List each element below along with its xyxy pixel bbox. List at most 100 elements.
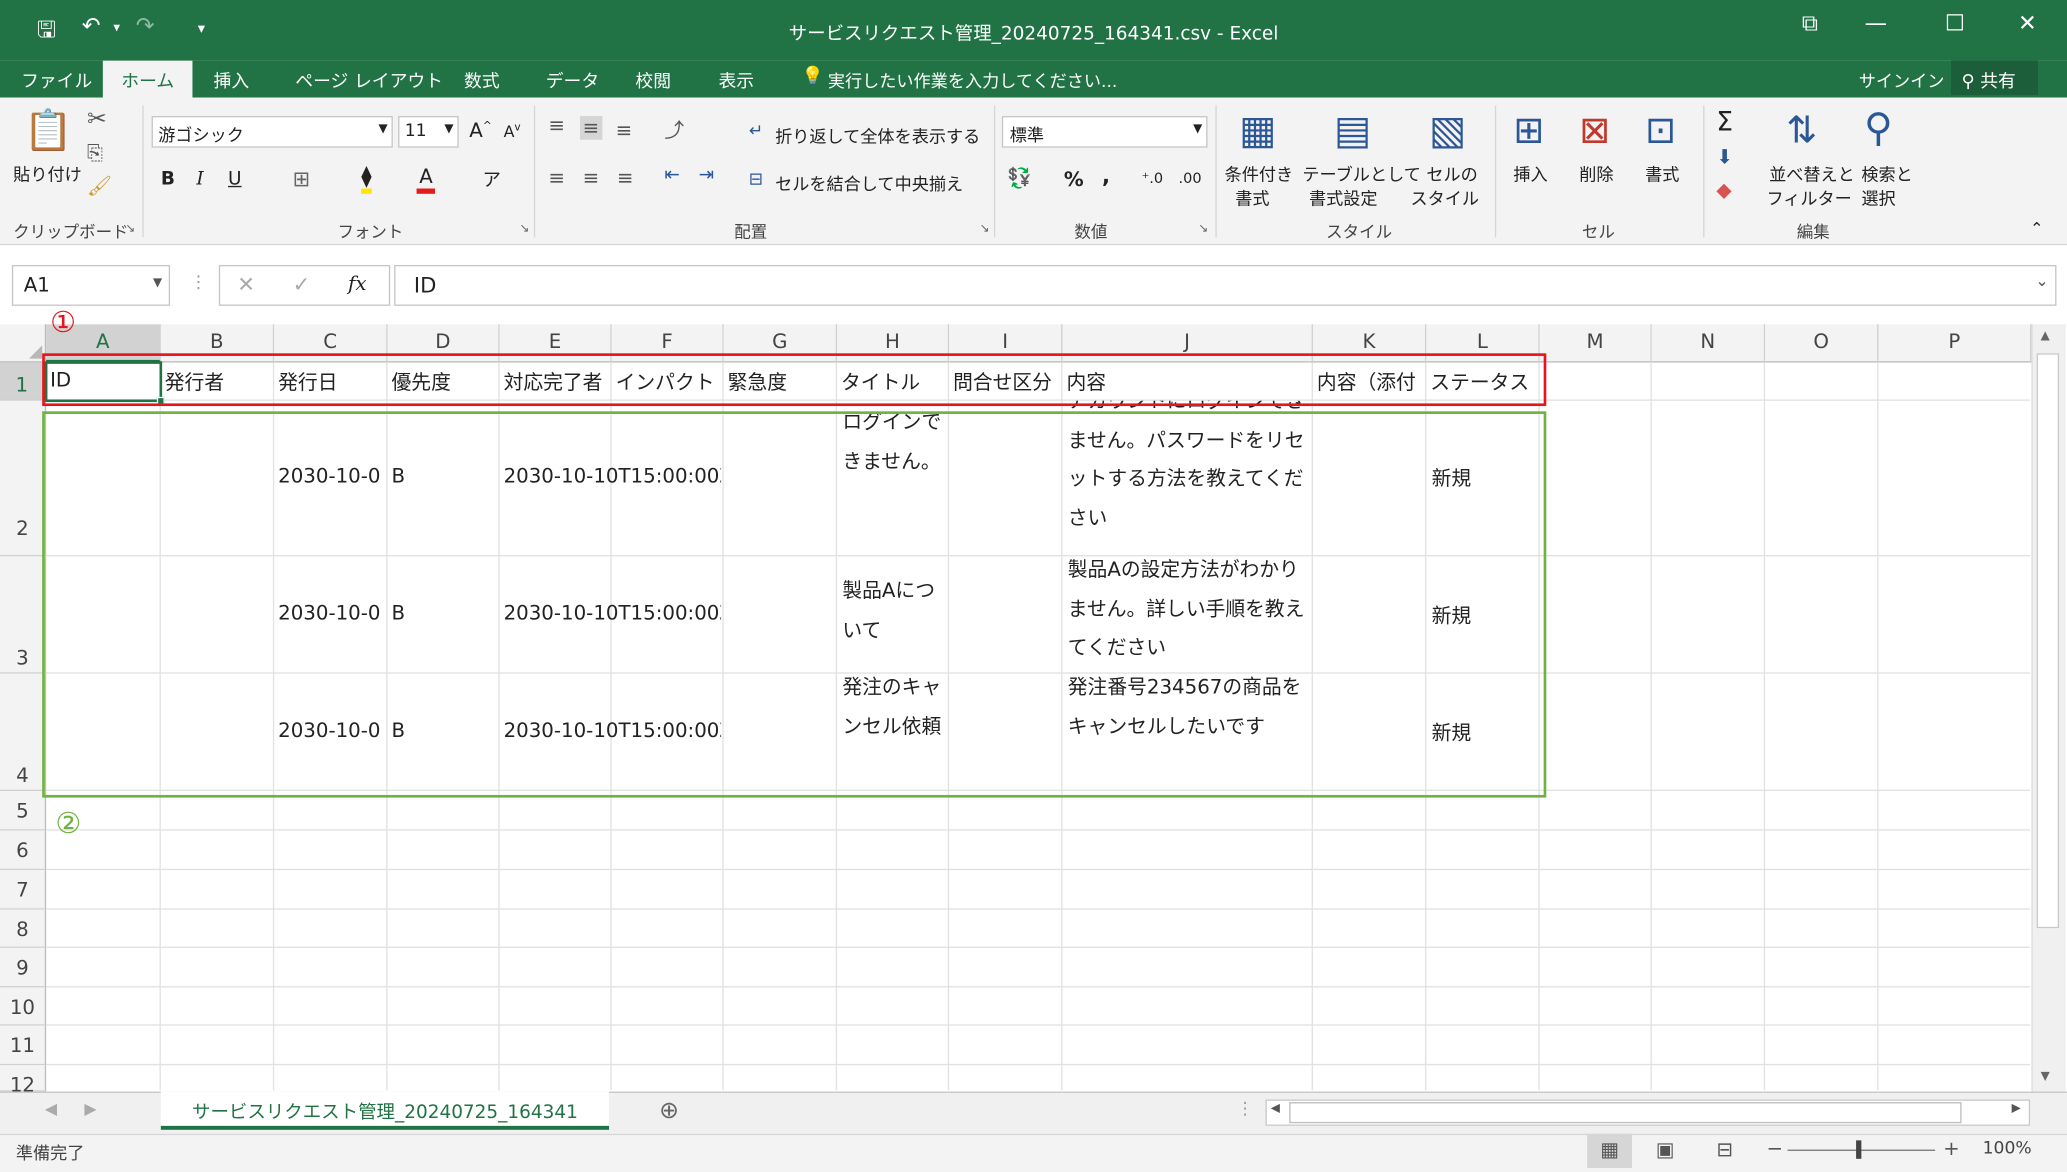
align-top-icon[interactable]: ≡ <box>548 113 565 137</box>
fill-icon[interactable]: ⬇ <box>1716 145 1733 169</box>
row-header[interactable]: 2 <box>0 400 47 557</box>
tab-page-layout[interactable]: ページ レイアウト <box>295 66 443 92</box>
font-name-select[interactable]: 游ゴシック ▼ <box>151 116 393 148</box>
share-button[interactable]: ⚲ 共有 <box>1950 60 2038 95</box>
collapse-ribbon-icon[interactable]: ⌃ <box>2030 219 2043 237</box>
font-size-select[interactable]: 11 ▼ <box>398 116 459 148</box>
row-header[interactable]: 8 <box>0 909 47 948</box>
prev-sheet-icon[interactable]: ◀ <box>45 1099 57 1117</box>
copy-icon[interactable]: ⎘ <box>87 141 103 165</box>
increase-indent-icon[interactable]: ⇥ <box>699 165 714 186</box>
cell-styles-line1[interactable]: セルの <box>1426 161 1477 186</box>
zoom-out-icon[interactable]: − <box>1766 1136 1783 1160</box>
align-left-icon[interactable]: ≡ <box>548 166 565 190</box>
cell-styles-line2[interactable]: スタイル <box>1411 185 1480 210</box>
conditional-format-line1[interactable]: 条件付き <box>1225 161 1294 186</box>
decrease-font-icon[interactable]: Av <box>504 121 521 141</box>
enter-icon[interactable]: ✓ <box>293 272 311 297</box>
italic-button[interactable]: I <box>196 169 203 190</box>
tab-view[interactable]: 表示 <box>718 66 754 92</box>
tab-insert[interactable]: 挿入 <box>214 66 250 92</box>
column-header[interactable]: N <box>1651 324 1766 363</box>
close-icon[interactable]: ✕ <box>2001 11 2054 37</box>
conditional-format-line2[interactable]: 書式 <box>1235 185 1269 210</box>
insert-cells-icon[interactable]: ⊞ <box>1513 108 1544 152</box>
row-header[interactable]: 7 <box>0 870 47 910</box>
align-right-icon[interactable]: ≡ <box>617 166 634 190</box>
zoom-in-icon[interactable]: + <box>1943 1136 1960 1160</box>
decrease-indent-icon[interactable]: ⇤ <box>664 165 679 186</box>
maximize-icon[interactable]: ☐ <box>1929 11 1982 37</box>
delete-cells-icon[interactable]: ⊠ <box>1579 108 1610 152</box>
column-header[interactable]: P <box>1878 324 2032 363</box>
cell-styles-icon[interactable]: ▧ <box>1429 108 1466 154</box>
ribbon-display-icon[interactable]: ⧉ <box>1784 11 1837 37</box>
format-cells-button[interactable]: 書式 <box>1645 161 1679 186</box>
format-as-table-line2[interactable]: 書式設定 <box>1309 185 1378 210</box>
font-launcher-icon[interactable]: ↘ <box>519 223 529 236</box>
sort-filter-line1[interactable]: 並べ替えと <box>1769 161 1855 186</box>
formula-input[interactable]: ID <box>394 264 2057 306</box>
row-header[interactable]: 6 <box>0 830 47 871</box>
scroll-right-icon[interactable]: ▶ <box>2012 1102 2021 1115</box>
expand-formula-icon[interactable]: ⌄ <box>2035 272 2048 290</box>
row-header[interactable]: 10 <box>0 987 47 1026</box>
sheet-tab-active[interactable]: サービスリクエスト管理_20240725_164341 <box>160 1091 610 1130</box>
tab-formulas[interactable]: 数式 <box>464 66 500 92</box>
comma-button[interactable]: , <box>1102 163 1110 188</box>
currency-icon[interactable]: 💱 <box>1007 166 1032 190</box>
find-select-line1[interactable]: 検索と <box>1861 161 1912 186</box>
format-as-table-icon[interactable]: ▤ <box>1334 108 1371 154</box>
tab-data[interactable]: データ <box>546 66 599 92</box>
column-header[interactable]: M <box>1539 324 1652 363</box>
delete-cells-button[interactable]: 削除 <box>1579 161 1613 186</box>
tell-me-input[interactable]: 実行したい作業を入力してください... <box>828 67 1118 93</box>
fill-color-icon[interactable]: ⧫ <box>361 163 372 194</box>
row-header[interactable]: 12 <box>0 1065 47 1097</box>
clear-icon[interactable]: ◆ <box>1716 178 1731 202</box>
number-format-select[interactable]: 標準 ▼ <box>1001 116 1208 148</box>
page-break-view-icon[interactable]: ⊟ <box>1716 1138 1733 1162</box>
format-cells-icon[interactable]: ⊡ <box>1645 108 1676 152</box>
alignment-launcher-icon[interactable]: ↘ <box>979 223 989 236</box>
sort-filter-icon[interactable]: ⇅ <box>1786 108 1817 152</box>
format-painter-icon[interactable]: 🖌 <box>87 174 112 198</box>
row-header[interactable]: 1 <box>0 362 47 401</box>
scroll-down-icon[interactable]: ▼ <box>2041 1070 2050 1083</box>
row-header[interactable]: 9 <box>0 947 47 988</box>
paste-button[interactable]: 貼り付け <box>13 161 82 186</box>
borders-icon[interactable]: ⊞ <box>293 166 311 191</box>
find-select-icon[interactable]: ⚲ <box>1864 105 1893 151</box>
number-launcher-icon[interactable]: ↘ <box>1198 223 1208 236</box>
increase-decimal-icon[interactable]: ⁺.0 <box>1142 170 1164 187</box>
decrease-decimal-icon[interactable]: .00 <box>1179 170 1202 187</box>
zoom-slider-thumb[interactable] <box>1856 1140 1862 1159</box>
normal-view-icon[interactable]: ▦ <box>1587 1133 1632 1169</box>
zoom-level[interactable]: 100% <box>1983 1139 2032 1159</box>
phonetic-icon[interactable]: ア <box>482 166 500 192</box>
scroll-up-icon[interactable]: ▲ <box>2041 330 2050 343</box>
cancel-icon[interactable]: ✕ <box>237 272 255 297</box>
page-layout-view-icon[interactable]: ▣ <box>1656 1138 1675 1162</box>
vertical-scroll-thumb[interactable] <box>2036 353 2060 929</box>
align-center-icon[interactable]: ≡ <box>583 166 600 190</box>
tab-home[interactable]: ホーム <box>102 60 193 98</box>
row-header[interactable]: 3 <box>0 556 47 674</box>
sign-in-link[interactable]: サインイン <box>1859 67 1945 93</box>
orientation-icon[interactable]: ⤴ <box>664 116 684 144</box>
find-select-line2[interactable]: 選択 <box>1861 185 1895 210</box>
insert-cells-button[interactable]: 挿入 <box>1513 161 1547 186</box>
wrap-text-button[interactable]: 折り返して全体を表示する <box>775 123 980 148</box>
cut-icon[interactable]: ✂ <box>87 105 107 133</box>
format-as-table-line1[interactable]: テーブルとして <box>1302 161 1420 186</box>
column-header[interactable]: O <box>1765 324 1879 363</box>
increase-font-icon[interactable]: A^ <box>469 119 491 143</box>
bold-button[interactable]: B <box>161 169 175 190</box>
scroll-left-icon[interactable]: ◀ <box>1271 1102 1280 1115</box>
merge-center-button[interactable]: セルを結合して中央揃え <box>775 170 963 195</box>
add-sheet-icon[interactable]: ⊕ <box>659 1097 679 1125</box>
row-header[interactable]: 5 <box>0 791 47 831</box>
conditional-format-icon[interactable]: ▦ <box>1239 108 1276 154</box>
align-bottom-icon[interactable]: ≡ <box>616 119 633 143</box>
clipboard-launcher-icon[interactable]: ↘ <box>125 223 135 236</box>
